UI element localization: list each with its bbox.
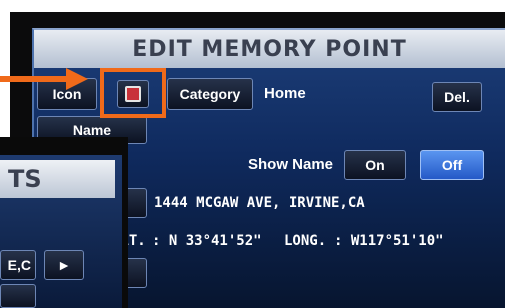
show-name-label: Show Name: [248, 156, 334, 173]
play-icon: ►: [57, 257, 71, 273]
show-name-on-button[interactable]: On: [344, 150, 406, 180]
title-bar: EDIT MEMORY POINT: [34, 30, 505, 68]
page-title: EDIT MEMORY POINT: [132, 36, 407, 62]
show-name-off-button[interactable]: Off: [420, 150, 484, 180]
longitude-value: : W117°51'10": [334, 233, 444, 249]
overlay-address-button[interactable]: E,C: [0, 250, 36, 280]
longitude-label: LONG.: [284, 233, 327, 249]
callout-arrow-icon: [66, 68, 88, 90]
latitude-value: : N 33°41'52": [152, 233, 262, 249]
callout-arrow-line: [0, 76, 68, 82]
delete-button[interactable]: Del.: [432, 82, 482, 112]
address-text: 1444 MCGAW AVE, IRVINE,CA: [154, 195, 365, 211]
overlay-row-button[interactable]: [0, 284, 36, 308]
overlay-title: TS: [0, 160, 115, 198]
overlay-play-button[interactable]: ►: [44, 250, 84, 280]
icon-highlight-box: [100, 68, 166, 118]
category-value: Home: [264, 85, 306, 102]
category-button[interactable]: Category: [167, 78, 253, 110]
